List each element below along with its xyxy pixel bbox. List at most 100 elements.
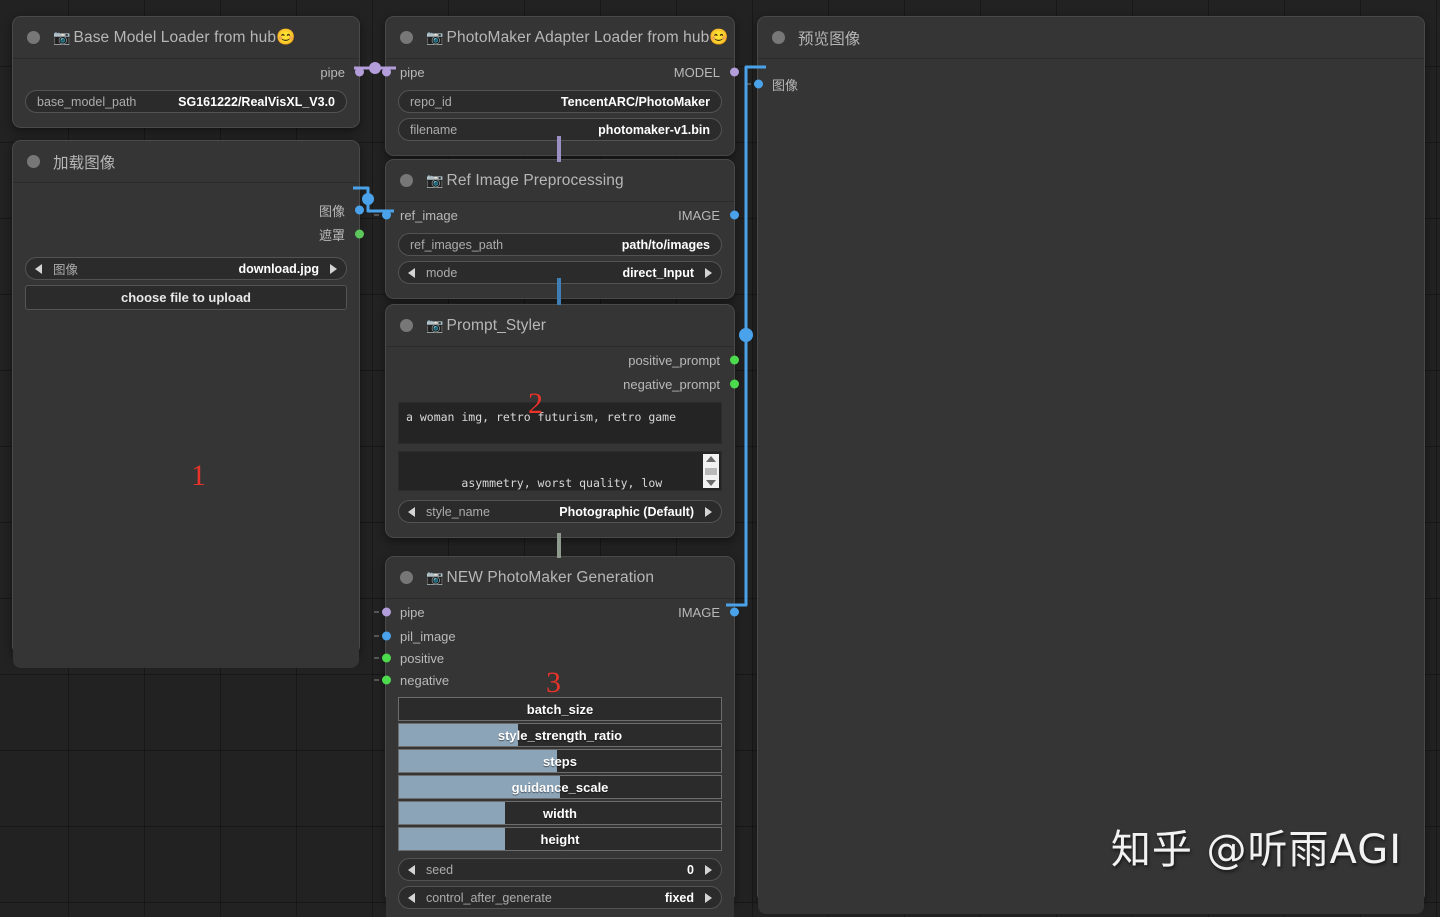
port-dot-positive[interactable] (381, 653, 391, 663)
output-port-positive-prompt[interactable]: positive_prompt (386, 347, 739, 373)
collapse-dot-icon[interactable] (27, 155, 40, 168)
widget-base-model-path[interactable]: base_model_path SG161222/RealVisXL_V3.0 (25, 90, 347, 113)
widget-style-name[interactable]: style_name Photographic (Default) (398, 500, 722, 523)
node-body: ref_image IMAGE ref_images_path path/to/… (374, 202, 739, 298)
output-port-pipe[interactable]: pipe (13, 59, 364, 85)
graph-canvas[interactable]: 📷 Base Model Loader from hub😊 pipe base_m… (0, 0, 1440, 917)
chevron-left-icon[interactable] (408, 506, 415, 517)
node-header[interactable]: 加载图像 (13, 141, 359, 183)
node-header[interactable]: 📷 Ref Image Preprocessing (386, 160, 734, 202)
port-dot-image-out[interactable] (729, 607, 739, 617)
node-header[interactable]: 📷 Prompt_Styler (386, 305, 734, 347)
port-label: negative (400, 672, 450, 688)
chevron-left-icon[interactable] (35, 263, 42, 274)
output-port-image[interactable]: 图像 (13, 197, 364, 223)
collapse-dot-icon[interactable] (772, 31, 785, 44)
node-body: 图像 遮罩 图像 download.jpg choose file to upl… (13, 197, 364, 668)
chevron-right-icon[interactable] (330, 263, 337, 274)
node-header[interactable]: 📷 NEW PhotoMaker Generation (386, 557, 734, 599)
textarea-scrollbar[interactable] (703, 454, 719, 488)
chevron-right-icon[interactable] (705, 267, 712, 278)
port-stub (374, 635, 379, 637)
input-port-positive[interactable]: positive (374, 647, 734, 669)
annotation-number-1: 1 (191, 459, 206, 492)
node-header[interactable]: 📷 PhotoMaker Adapter Loader from hub😊 (386, 17, 734, 59)
scroll-up-icon[interactable] (706, 456, 716, 462)
node-preview-image[interactable]: 预览图像 图像 (746, 16, 1425, 914)
widget-control-after-generate[interactable]: control_after_generate fixed (398, 886, 722, 909)
node-header[interactable]: 📷 Base Model Loader from hub😊 (13, 17, 359, 59)
slider-fill (399, 750, 557, 772)
port-stub (374, 657, 379, 659)
scroll-down-icon[interactable] (706, 480, 716, 486)
node-base-model-loader[interactable]: 📷 Base Model Loader from hub😊 pipe base_m… (12, 16, 364, 128)
widget-image-file[interactable]: 图像 download.jpg (25, 257, 347, 280)
chevron-left-icon[interactable] (408, 892, 415, 903)
port-stub (374, 71, 379, 73)
chevron-left-icon[interactable] (408, 267, 415, 278)
port-dot-mask[interactable] (354, 229, 364, 239)
choose-file-to-upload-button[interactable]: choose file to upload (25, 285, 347, 310)
port-label: positive (400, 650, 445, 666)
positive-prompt-textarea[interactable]: a woman img, retro futurism, retro game (398, 402, 722, 444)
node-load-image[interactable]: 加载图像 图像 遮罩 图像 download.jpg choose file t… (12, 140, 364, 668)
port-dot-positive-prompt[interactable] (729, 355, 739, 365)
negative-prompt-textarea[interactable]: asymmetry, worst quality, low quality, i… (398, 451, 722, 491)
widget-mode[interactable]: mode direct_Input (398, 261, 722, 284)
negative-prompt-text: asymmetry, worst quality, low quality, i… (461, 476, 663, 490)
node-photomaker-adapter-loader[interactable]: 📷 PhotoMaker Adapter Loader from hub😊 pip… (374, 16, 739, 156)
widget-seed[interactable]: seed 0 (398, 858, 722, 881)
slider-batch-size[interactable]: batch_size (398, 697, 722, 721)
port-dot-image-in[interactable] (753, 79, 763, 89)
port-dot-pil-image[interactable] (381, 631, 391, 641)
widget-filename[interactable]: filename photomaker-v1.bin (398, 118, 722, 141)
output-port-negative-prompt[interactable]: negative_prompt (386, 373, 739, 395)
watermark: 知乎 @听雨AGI (1110, 827, 1402, 873)
node-body: pipe base_model_path SG161222/RealVisXL_… (13, 59, 364, 127)
chevron-right-icon[interactable] (705, 892, 712, 903)
port-dot-ref-image-in[interactable] (381, 210, 391, 220)
slider-width[interactable]: width (398, 801, 722, 825)
port-label: 图像 (318, 203, 345, 219)
slider-height[interactable]: height (398, 827, 722, 851)
node-prompt-styler[interactable]: 📷 Prompt_Styler positive_prompt negative_… (385, 304, 739, 538)
port-label: IMAGE (678, 207, 720, 223)
chevron-right-icon[interactable] (705, 864, 712, 875)
port-dot-image[interactable] (354, 205, 364, 215)
chevron-left-icon[interactable] (408, 864, 415, 875)
widget-ref-images-path[interactable]: ref_images_path path/to/images (398, 233, 722, 256)
port-dot-pipe[interactable] (354, 67, 364, 77)
scrollbar-thumb[interactable] (705, 467, 717, 475)
widget-repo-id[interactable]: repo_id TencentARC/PhotoMaker (398, 90, 722, 113)
port-dot-model-out[interactable] (729, 67, 739, 77)
port-dot-pipe-in[interactable] (381, 607, 391, 617)
collapse-dot-icon[interactable] (27, 31, 40, 44)
chevron-right-icon[interactable] (705, 506, 712, 517)
port-label: MODEL (673, 64, 720, 80)
input-port-image[interactable]: 图像 (746, 71, 1424, 97)
smiley-emoji-icon: 😊 (709, 29, 729, 46)
collapse-dot-icon[interactable] (400, 174, 413, 187)
slider-fill (399, 802, 506, 824)
port-label: pipe (320, 64, 345, 80)
input-port-negative[interactable]: negative (374, 669, 734, 691)
camera-icon: 📷 (53, 29, 71, 45)
node-ref-image-preprocessing[interactable]: 📷 Ref Image Preprocessing ref_image IMAGE… (374, 159, 739, 299)
node-header[interactable]: 预览图像 (758, 17, 1424, 59)
slider-guidance-scale[interactable]: guidance_scale (398, 775, 722, 799)
collapse-dot-icon[interactable] (400, 319, 413, 332)
node-photomaker-generation[interactable]: 📷 NEW PhotoMaker Generation pipe IMAGE pi… (374, 556, 739, 917)
node-title: 📷 Ref Image Preprocessing (426, 171, 624, 189)
output-port-mask[interactable]: 遮罩 (13, 223, 364, 245)
camera-icon: 📷 (426, 568, 444, 585)
slider-steps[interactable]: steps (398, 749, 722, 773)
port-dot-negative[interactable] (381, 675, 391, 685)
slider-style-strength-ratio[interactable]: style_strength_ratio (398, 723, 722, 747)
port-dot-image-out[interactable] (729, 210, 739, 220)
node-title: 预览图像 (798, 30, 861, 48)
port-dot-negative-prompt[interactable] (729, 379, 739, 389)
collapse-dot-icon[interactable] (400, 571, 413, 584)
collapse-dot-icon[interactable] (400, 31, 413, 44)
port-dot-pipe-in[interactable] (381, 67, 391, 77)
input-port-pil-image[interactable]: pil_image (374, 625, 734, 647)
